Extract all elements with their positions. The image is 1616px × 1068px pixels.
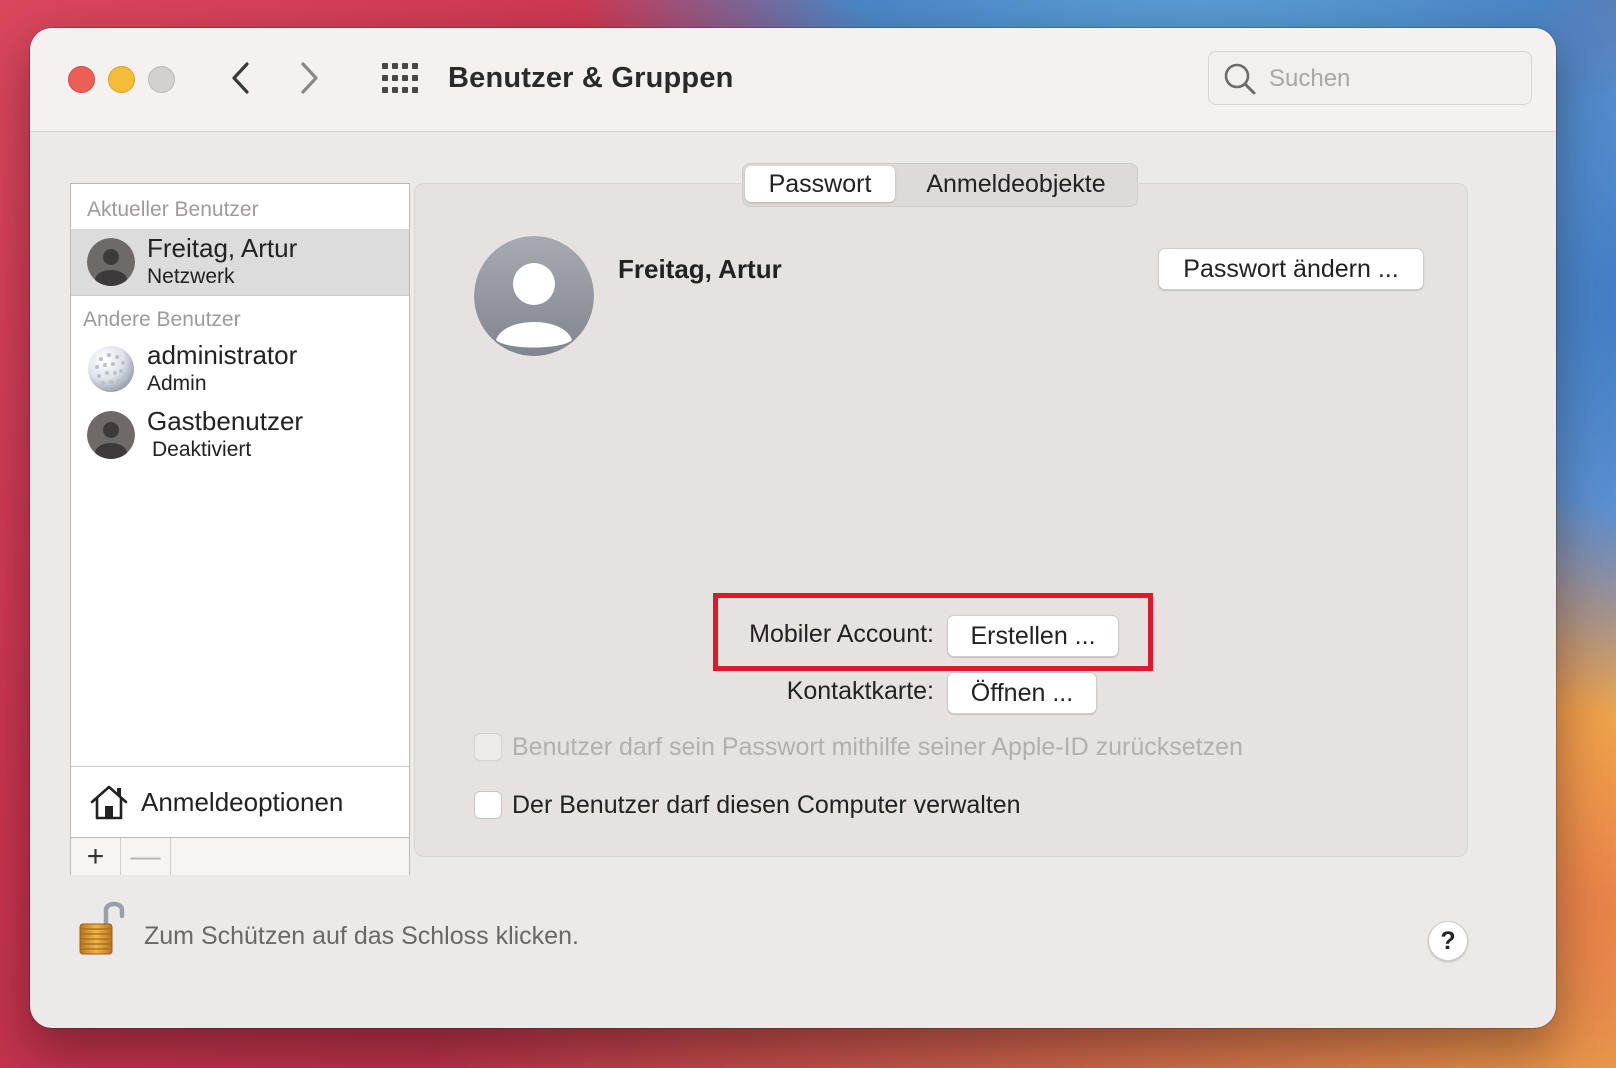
avatar <box>87 238 135 286</box>
chevron-left-icon <box>232 62 249 94</box>
open-contact-card-button[interactable]: Öffnen ... <box>947 672 1097 714</box>
minimize-button[interactable] <box>108 66 135 93</box>
create-mobile-account-button[interactable]: Erstellen ... <box>947 615 1119 657</box>
avatar <box>87 411 135 459</box>
user-role: Deaktiviert <box>152 438 252 461</box>
tab-bar: Passwort Anmeldeobjekte <box>742 163 1138 207</box>
user-name: Freitag, Artur <box>147 233 298 263</box>
section-current-user: Aktueller Benutzer <box>87 198 259 221</box>
section-other-users: Andere Benutzer <box>83 308 241 331</box>
tab-login-items[interactable]: Anmeldeobjekte <box>901 166 1131 202</box>
user-silhouette-icon <box>87 411 135 459</box>
user-picture[interactable] <box>474 236 594 356</box>
show-all-button[interactable] <box>380 61 420 97</box>
user-silhouette-icon <box>87 238 135 286</box>
user-row-current[interactable]: Freitag, Artur Netzwerk <box>71 229 409 295</box>
lock-hint-text: Zum Schützen auf das Schloss klicken. <box>144 922 579 950</box>
search-field[interactable] <box>1208 51 1532 105</box>
mobile-account-label: Mobiler Account: <box>749 620 934 648</box>
tab-password[interactable]: Passwort <box>745 166 895 202</box>
login-options-label: Anmeldeoptionen <box>141 787 344 817</box>
admin-checkbox[interactable] <box>474 791 502 819</box>
add-user-button[interactable]: + <box>71 838 121 875</box>
house-icon <box>90 785 128 820</box>
change-password-button[interactable]: Passwort ändern ... <box>1158 248 1424 290</box>
close-button[interactable] <box>68 66 95 93</box>
login-options-item[interactable]: Anmeldeoptionen <box>71 767 409 837</box>
title-bar: Benutzer & Gruppen <box>30 28 1556 132</box>
forward-button[interactable] <box>292 58 328 98</box>
settings-window: Benutzer & Gruppen Aktueller Benutzer Fr… <box>30 28 1556 1028</box>
sidebar-toolbar: + — <box>71 837 409 875</box>
lock-icon[interactable] <box>76 896 128 958</box>
zoom-button[interactable] <box>148 66 175 93</box>
avatar <box>87 345 135 393</box>
user-row-administrator[interactable]: administrator Admin <box>71 336 409 402</box>
admin-label: Der Benutzer darf diesen Computer verwal… <box>512 791 1021 819</box>
user-name: Gastbenutzer <box>147 406 304 436</box>
users-sidebar: Aktueller Benutzer Freitag, Artur Netzwe… <box>70 183 410 875</box>
search-icon <box>1224 63 1256 95</box>
divider <box>71 295 409 296</box>
back-button[interactable] <box>222 58 258 98</box>
user-silhouette-icon <box>474 236 594 356</box>
user-full-name: Freitag, Artur <box>618 254 782 284</box>
user-role: Admin <box>147 372 207 395</box>
apple-id-reset-checkbox[interactable] <box>474 733 502 761</box>
user-role: Netzwerk <box>147 265 235 288</box>
chevron-right-icon <box>301 62 318 94</box>
user-row-guest[interactable]: Gastbenutzer Deaktiviert <box>71 402 409 468</box>
golf-ball-icon <box>88 346 134 392</box>
contact-card-label: Kontaktkarte: <box>786 677 934 705</box>
help-button[interactable]: ? <box>1428 921 1468 961</box>
window-title: Benutzer & Gruppen <box>448 62 734 94</box>
search-input[interactable] <box>1267 61 1521 97</box>
apple-id-reset-label: Benutzer darf sein Passwort mithilfe sei… <box>512 733 1243 761</box>
remove-user-button[interactable]: — <box>121 838 171 875</box>
user-name: administrator <box>147 340 298 370</box>
grid-icon <box>382 63 418 93</box>
